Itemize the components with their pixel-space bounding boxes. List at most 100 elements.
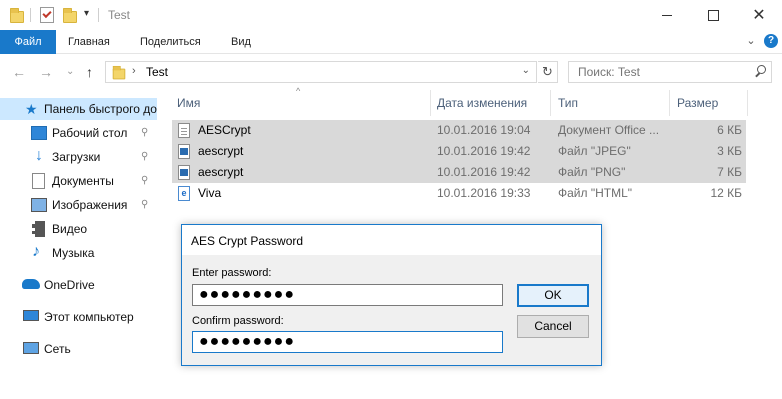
enter-password-value: ●●●●●●●●●	[199, 286, 295, 303]
pin-icon[interactable]: ⚲	[141, 151, 148, 162]
column-divider[interactable]	[669, 90, 670, 116]
ribbon-tabs: Файл Главная Поделиться Вид ⌄ ?	[0, 30, 782, 54]
image-file-icon	[178, 144, 190, 159]
file-date: 10.01.2016 19:42	[437, 144, 531, 158]
sidebar-item-downloads[interactable]: ↓ Загрузки ⚲	[0, 146, 157, 168]
pin-icon[interactable]: ⚲	[141, 175, 148, 186]
toolbar-divider	[98, 8, 99, 22]
download-icon: ↓	[35, 147, 43, 164]
pictures-icon	[31, 198, 47, 212]
tab-home[interactable]: Главная	[58, 30, 120, 54]
sidebar-item-video[interactable]: Видео	[0, 218, 157, 240]
dialog-title: AES Crypt Password	[191, 234, 304, 248]
ok-button[interactable]: OK	[517, 284, 589, 307]
sort-ascending-icon: ^	[296, 86, 301, 96]
sidebar-item-network[interactable]: Сеть	[0, 338, 157, 360]
sidebar-item-label: Видео	[52, 222, 88, 236]
minimize-button[interactable]	[644, 0, 690, 30]
column-divider[interactable]	[747, 90, 748, 116]
network-icon	[23, 342, 39, 354]
file-name: aescrypt	[198, 144, 244, 158]
search-input[interactable]	[569, 62, 745, 82]
address-toolbar: ← → ⌄ ↑ › Test ⌄ ↻	[0, 54, 782, 90]
sidebar-item-label: Рабочий стол	[52, 126, 128, 140]
file-size: 6 КБ	[717, 123, 742, 137]
quick-access-dropdown-icon[interactable]: ▾	[84, 8, 89, 19]
dialog-title-bar[interactable]: AES Crypt Password	[182, 225, 601, 255]
close-button[interactable]: ✕	[736, 0, 782, 30]
file-row[interactable]: aescrypt 10.01.2016 19:42 Файл "PNG" 7 К…	[172, 162, 746, 183]
aes-crypt-password-dialog: AES Crypt Password Enter password: ●●●●●…	[181, 224, 602, 366]
address-dropdown-icon[interactable]: ⌄	[522, 65, 530, 76]
recent-locations-icon[interactable]: ⌄	[66, 66, 74, 77]
onedrive-icon	[22, 279, 40, 289]
image-file-icon	[178, 165, 190, 180]
sidebar-item-label: Документы	[52, 174, 114, 188]
html-file-icon: e	[178, 186, 190, 201]
sidebar-item-onedrive[interactable]: OneDrive	[0, 274, 157, 296]
up-button[interactable]: ↑	[86, 64, 93, 80]
sidebar-item-desktop[interactable]: Рабочий стол ⚲	[0, 122, 157, 144]
file-type: Файл "HTML"	[558, 186, 633, 200]
cancel-button[interactable]: Cancel	[517, 315, 589, 338]
sidebar-item-label: Сеть	[44, 342, 71, 356]
help-icon[interactable]: ?	[764, 34, 778, 48]
column-header-type[interactable]: Тип	[558, 90, 578, 116]
file-row[interactable]: aescrypt 10.01.2016 19:42 Файл "JPEG" 3 …	[172, 141, 746, 162]
column-header-name[interactable]: Имя	[177, 90, 200, 116]
tab-view[interactable]: Вид	[221, 30, 261, 54]
file-date: 10.01.2016 19:33	[437, 186, 531, 200]
sidebar-item-documents[interactable]: Документы ⚲	[0, 170, 157, 192]
sidebar-item-music[interactable]: ♪ Музыка	[0, 242, 157, 264]
confirm-password-label: Confirm password:	[192, 315, 284, 327]
column-header-size[interactable]: Размер	[677, 90, 718, 116]
sidebar-item-label: Музыка	[52, 246, 95, 260]
pin-icon[interactable]: ⚲	[141, 199, 148, 210]
confirm-password-field[interactable]: ●●●●●●●●●	[192, 331, 503, 353]
sidebar-item-quick-access[interactable]: ★ Панель быстрого доступа	[0, 98, 157, 120]
sidebar-item-this-pc[interactable]: Этот компьютер	[0, 306, 157, 328]
folder-icon[interactable]	[10, 8, 24, 23]
maximize-button[interactable]	[690, 0, 736, 30]
file-size: 7 КБ	[717, 165, 742, 179]
file-name: aescrypt	[198, 165, 244, 179]
refresh-button[interactable]: ↻	[538, 61, 558, 83]
enter-password-label: Enter password:	[192, 267, 272, 279]
forward-button[interactable]: →	[39, 64, 53, 80]
tab-share[interactable]: Поделиться	[130, 30, 211, 54]
new-folder-icon[interactable]	[63, 8, 77, 23]
breadcrumb-test[interactable]: Test	[146, 65, 168, 79]
file-type: Документ Office ...	[558, 123, 660, 137]
file-name: Viva	[198, 186, 222, 200]
column-divider[interactable]	[430, 90, 431, 116]
search-box[interactable]	[568, 61, 772, 83]
navigation-pane: ★ Панель быстрого доступа Рабочий стол ⚲…	[0, 90, 157, 399]
breadcrumb-chevron-icon[interactable]: ›	[132, 65, 136, 77]
tab-file[interactable]: Файл	[0, 30, 56, 54]
pin-icon[interactable]: ⚲	[141, 127, 148, 138]
address-bar[interactable]: › Test ⌄	[105, 61, 537, 83]
sidebar-item-pictures[interactable]: Изображения ⚲	[0, 194, 157, 216]
file-type: Файл "PNG"	[558, 165, 626, 179]
sidebar-item-label: OneDrive	[44, 278, 95, 292]
title-bar: ▾ Test ✕	[0, 0, 782, 30]
file-type: Файл "JPEG"	[558, 144, 631, 158]
properties-icon[interactable]	[40, 7, 54, 23]
documents-icon	[32, 173, 45, 189]
enter-password-field[interactable]: ●●●●●●●●●	[192, 284, 503, 306]
file-size: 12 КБ	[710, 186, 742, 200]
desktop-icon	[31, 126, 47, 140]
video-icon	[32, 221, 45, 237]
search-icon[interactable]	[754, 65, 766, 77]
column-header-date[interactable]: Дата изменения	[437, 90, 527, 116]
ribbon-collapse-icon[interactable]: ⌄	[744, 34, 758, 48]
sidebar-item-label: Изображения	[52, 198, 128, 212]
toolbar-divider	[30, 8, 31, 22]
computer-icon	[23, 310, 39, 321]
back-button[interactable]: ←	[12, 64, 26, 80]
column-divider[interactable]	[550, 90, 551, 116]
file-row[interactable]: e Viva 10.01.2016 19:33 Файл "HTML" 12 К…	[172, 183, 746, 204]
folder-icon	[112, 65, 126, 80]
file-name: AESCrypt	[198, 123, 251, 137]
file-row[interactable]: AESCrypt 10.01.2016 19:04 Документ Offic…	[172, 120, 746, 141]
